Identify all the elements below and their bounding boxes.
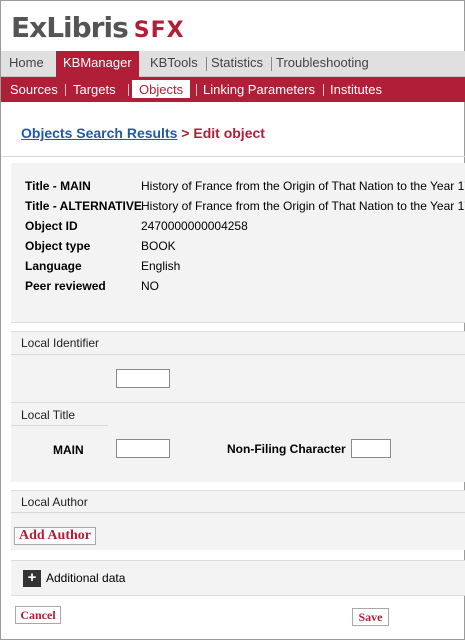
local-identifier-section: Local Identifier	[11, 331, 465, 403]
local-title-section: Local Title MAIN Non-Filing Character	[11, 402, 465, 482]
logo-brand: ExLibris	[11, 11, 129, 44]
subtab-targets[interactable]: Targets	[73, 77, 116, 102]
expand-plus-icon[interactable]: +	[23, 570, 41, 587]
info-value: 2470000000004258	[141, 219, 248, 233]
breadcrumb-separator: >	[181, 125, 190, 141]
main-tab-bar: Home KBManager KBTools Statistics Troubl…	[1, 51, 465, 77]
breadcrumb-link-search-results[interactable]: Objects Search Results	[21, 125, 177, 141]
info-label: Title - ALTERNATIVE	[25, 199, 142, 213]
non-filing-character-input[interactable]	[351, 439, 391, 458]
breadcrumb: Objects Search Results > Edit object	[21, 125, 265, 141]
subtab-linking-parameters[interactable]: Linking Parameters	[203, 77, 315, 102]
logo-product: SFX	[133, 18, 185, 43]
divider	[11, 425, 108, 426]
non-filing-character-label: Non-Filing Character	[227, 442, 346, 456]
additional-data-label[interactable]: Additional data	[46, 571, 125, 585]
save-button[interactable]: Save	[352, 608, 389, 626]
info-value: BOOK	[141, 239, 176, 253]
info-value: NO	[141, 279, 159, 293]
main-title-label: MAIN	[53, 443, 84, 457]
tab-statistics[interactable]: Statistics	[211, 51, 263, 77]
window-frame: ExLibris SFX Home KBManager KBTools Stati…	[0, 0, 465, 640]
info-label: Title - MAIN	[25, 179, 91, 193]
subtab-separator	[128, 84, 129, 96]
tab-home[interactable]: Home	[9, 51, 44, 77]
info-value: History of France from the Origin of Tha…	[141, 179, 465, 193]
object-info-panel: Title - MAIN History of France from the …	[11, 163, 465, 323]
section-heading: Local Title	[21, 408, 76, 422]
info-label: Object ID	[25, 219, 78, 233]
divider	[11, 354, 465, 355]
section-heading: Local Identifier	[21, 336, 100, 350]
tab-kbmanager[interactable]: KBManager	[56, 51, 139, 77]
tab-troubleshooting[interactable]: Troubleshooting	[276, 51, 369, 77]
info-value: History of France from the Origin of Tha…	[141, 199, 465, 213]
local-identifier-input[interactable]	[116, 369, 170, 388]
subtab-sources[interactable]: Sources	[10, 77, 58, 102]
additional-data-bar: + Additional data	[11, 560, 465, 596]
info-label: Object type	[25, 239, 91, 253]
subtab-separator	[196, 84, 197, 96]
add-author-button[interactable]: Add Author	[14, 527, 96, 545]
info-label: Peer reviewed	[25, 279, 106, 293]
subtab-separator	[323, 84, 324, 96]
main-title-input[interactable]	[116, 439, 170, 458]
page-title: Edit object	[193, 125, 265, 141]
tab-separator	[271, 57, 272, 71]
sub-tab-bar: Sources Targets Objects Linking Paramete…	[1, 77, 465, 102]
cancel-button[interactable]: Cancel	[15, 606, 61, 624]
info-value: English	[141, 259, 181, 273]
subtab-objects[interactable]: Objects	[132, 80, 191, 98]
subtab-separator	[65, 84, 66, 96]
divider	[11, 512, 465, 513]
subtab-institutes[interactable]: Institutes	[330, 77, 382, 102]
exlibris-sfx-logo: ExLibris SFX	[11, 11, 185, 47]
tab-kbtools[interactable]: KBTools	[150, 51, 198, 77]
divider	[1, 156, 465, 157]
tab-separator	[206, 57, 207, 71]
info-label: Language	[25, 259, 82, 273]
section-heading: Local Author	[21, 495, 88, 509]
